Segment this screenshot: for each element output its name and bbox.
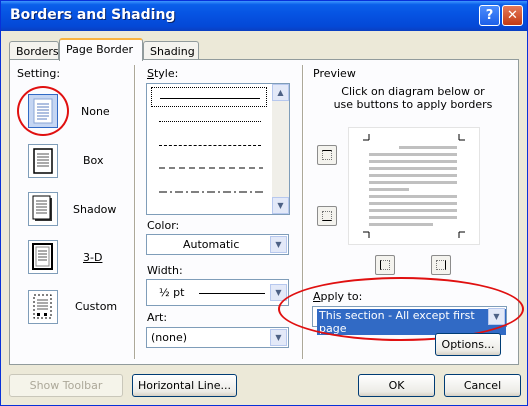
apply-to-dropdown[interactable]: This section - All except first page ▼ <box>312 306 507 335</box>
art-value: (none) <box>151 331 188 344</box>
line-dashed-small-sample <box>159 145 261 146</box>
tab-page-border[interactable]: Page Border <box>59 38 143 61</box>
style-line-solid[interactable] <box>151 87 267 107</box>
style-scrollbar[interactable]: ▲ ▼ <box>272 84 289 214</box>
chevron-down-icon[interactable]: ▼ <box>270 236 287 253</box>
style-line-dash-dot[interactable] <box>151 183 267 203</box>
right-border-icon <box>436 260 446 270</box>
options-button-label: Options... <box>441 338 495 351</box>
setting-custom-label: Custom <box>75 300 118 313</box>
apply-to-label: Apply to: <box>313 290 363 303</box>
preview-text-line <box>369 223 433 226</box>
preview-label: Preview <box>313 67 356 80</box>
bottom-border-button[interactable] <box>317 206 337 226</box>
page-3d-icon <box>32 243 53 270</box>
divider-left <box>134 65 136 359</box>
tab-borders[interactable]: Borders <box>9 41 59 60</box>
setting-box-label: Box <box>83 154 104 167</box>
width-label: Width: <box>147 264 183 277</box>
show-toolbar-label: Show Toolbar <box>29 379 103 392</box>
options-button[interactable]: Options... <box>435 333 501 356</box>
style-line-dashed[interactable] <box>151 159 267 179</box>
window-title: Borders and Shading <box>10 7 176 23</box>
cancel-button[interactable]: Cancel <box>444 374 521 397</box>
top-border-button[interactable] <box>317 145 337 165</box>
page-custom-icon <box>33 294 52 319</box>
page-box-icon <box>33 148 53 174</box>
right-border-button[interactable] <box>431 255 451 275</box>
left-border-icon <box>380 260 390 270</box>
horizontal-line-label: Horizontal Line... <box>137 379 232 392</box>
left-border-button[interactable] <box>375 255 395 275</box>
tab-shading-label: Shading <box>150 45 195 58</box>
show-toolbar-button[interactable]: Show Toolbar <box>9 374 123 397</box>
style-listbox[interactable]: ▲ ▼ <box>146 83 290 215</box>
setting-label: Setting: <box>17 67 61 80</box>
setting-shadow-label: Shadow <box>73 203 117 216</box>
close-button[interactable]: ✕ <box>502 5 523 26</box>
help-button[interactable]: ? <box>479 5 500 26</box>
preview-instructions: Click on diagram below or use buttons to… <box>333 85 493 111</box>
preview-text-line <box>369 216 457 219</box>
preview-text-line <box>369 195 457 198</box>
top-border-icon <box>322 150 332 160</box>
preview-diagram[interactable] <box>348 127 480 245</box>
ok-button[interactable]: OK <box>358 374 435 397</box>
color-label: Color: <box>147 219 180 232</box>
preview-text-line <box>369 167 457 170</box>
preview-text-line <box>399 146 457 149</box>
width-value: ½ pt <box>159 286 185 299</box>
tab-shading[interactable]: Shading <box>143 41 199 60</box>
art-label: Art: <box>147 311 168 324</box>
setting-shadow-button[interactable] <box>28 192 58 226</box>
width-dropdown[interactable]: ½ pt ▼ <box>146 279 289 306</box>
title-bar[interactable]: Borders and Shading ? ✕ <box>1 1 527 31</box>
scroll-down-icon[interactable]: ▼ <box>272 197 289 214</box>
divider-right <box>302 65 304 359</box>
chevron-down-icon[interactable]: ▼ <box>488 308 505 325</box>
setting-none-button[interactable] <box>28 94 58 128</box>
tab-page-border-label: Page Border <box>66 43 134 56</box>
preview-text-line <box>369 202 457 205</box>
tab-borders-label: Borders <box>16 45 59 58</box>
color-value: Automatic <box>183 238 240 251</box>
cancel-button-label: Cancel <box>463 379 502 392</box>
chevron-down-icon[interactable]: ▼ <box>270 284 287 301</box>
page-shadow-icon <box>32 195 52 221</box>
setting-3d-label: 3-D <box>83 251 103 264</box>
setting-3d-button[interactable] <box>28 240 58 274</box>
style-label: Style: <box>147 67 179 80</box>
style-line-dotted[interactable] <box>151 111 267 131</box>
setting-box-button[interactable] <box>28 144 58 178</box>
line-solid-sample <box>160 98 260 99</box>
line-dash-dot-sample <box>159 191 263 193</box>
preview-text-line <box>369 174 457 177</box>
setting-none-label: None <box>81 105 110 118</box>
ok-button-label: OK <box>388 379 405 392</box>
line-dashed-sample <box>159 167 263 169</box>
preview-text-line <box>369 188 409 191</box>
chevron-down-icon[interactable]: ▼ <box>270 329 287 346</box>
art-dropdown[interactable]: (none) ▼ <box>146 327 289 348</box>
apply-to-value: This section - All except first page <box>317 309 506 335</box>
preview-text-line <box>369 209 457 212</box>
preview-text-line <box>369 181 457 184</box>
page-none-icon <box>33 98 53 124</box>
bottom-border-icon <box>322 211 332 221</box>
scroll-up-icon[interactable]: ▲ <box>272 84 289 101</box>
style-line-dashed-small[interactable] <box>151 135 267 155</box>
borders-and-shading-dialog: Borders and Shading ? ✕ Borders Page Bor… <box>0 0 528 406</box>
setting-custom-button[interactable] <box>28 290 58 324</box>
width-line-sample <box>199 293 265 294</box>
line-dotted-sample <box>159 121 261 122</box>
horizontal-line-button[interactable]: Horizontal Line... <box>132 374 237 397</box>
preview-text-line <box>369 153 457 156</box>
preview-text-line <box>369 160 457 163</box>
color-dropdown[interactable]: Automatic ▼ <box>146 234 289 255</box>
